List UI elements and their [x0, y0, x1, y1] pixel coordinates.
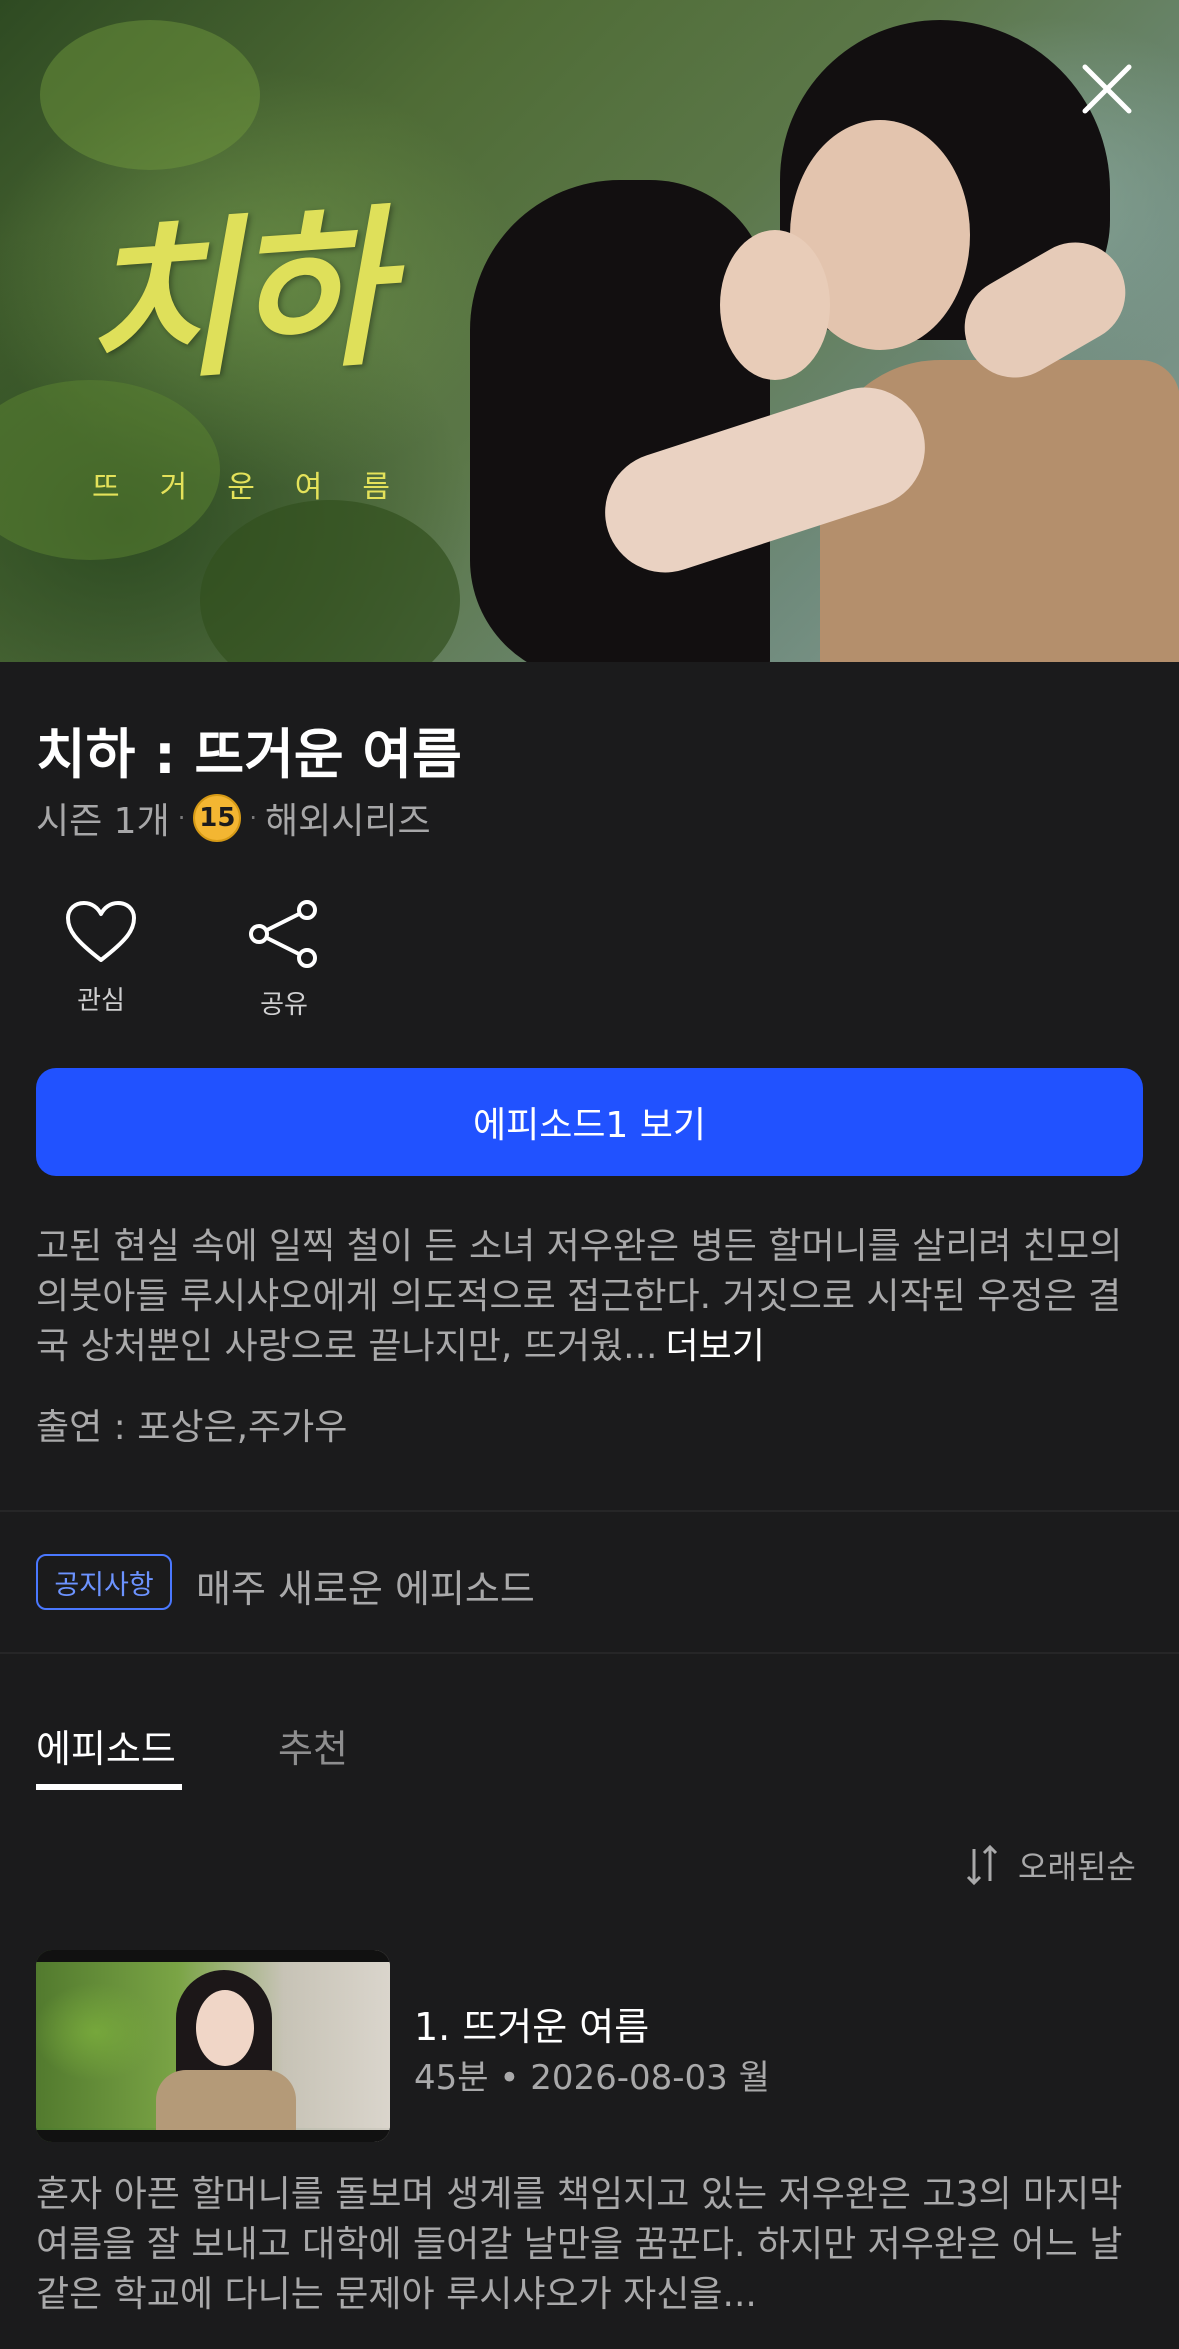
close-button[interactable] — [1074, 56, 1140, 122]
like-button[interactable]: 관심 — [46, 900, 156, 1017]
heart-icon — [66, 901, 136, 962]
hero-title-art: 치하 — [74, 188, 389, 409]
sort-icon — [966, 1844, 998, 1886]
notice-badge: 공지사항 — [36, 1554, 172, 1610]
show-title: 치하 : 뜨거운 여름 — [36, 723, 462, 786]
sort-button[interactable]: 오래된순 — [964, 1842, 1136, 1888]
synopsis-text: 고된 현실 속에 일찍 철이 든 소녀 저우완은 병든 할머니를 살리려 친모의… — [36, 1226, 1123, 1367]
divider — [0, 1510, 1179, 1512]
active-tab-indicator — [36, 1784, 182, 1790]
cast-list: 출연 : 포상은,주가우 — [36, 1407, 348, 1448]
episode-meta: 45분 • 2026-08-03 월 — [414, 2058, 770, 2098]
separator-dot: · — [177, 804, 186, 832]
tab-episodes[interactable]: 에피소드 — [36, 1718, 176, 1773]
share-button[interactable]: 공유 — [229, 900, 339, 1021]
hero-subtitle-art: 뜨거운여름 — [92, 470, 430, 505]
divider — [0, 1652, 1179, 1654]
genre-label: 해외시리즈 — [265, 801, 431, 842]
episode-title[interactable]: 1. 뜨거운 여름 — [414, 1996, 649, 2051]
close-icon — [1082, 64, 1132, 114]
share-icon — [249, 900, 317, 968]
episode-thumbnail[interactable] — [36, 1950, 390, 2142]
age-rating-badge: 15 — [193, 794, 242, 842]
share-label: 공유 — [260, 990, 308, 1020]
hero-image: 치하 뜨거운여름 — [0, 0, 1179, 662]
synopsis: 고된 현실 속에 일찍 철이 든 소녀 저우완은 병든 할머니를 살리려 친모의… — [36, 1222, 1146, 1372]
more-button[interactable]: 더보기 — [665, 1326, 764, 1367]
notice-text[interactable]: 매주 새로운 에피소드 — [196, 1558, 535, 1613]
season-count: 시즌 1개 — [36, 801, 170, 842]
play-episode-button[interactable]: 에피소드1 보기 — [36, 1068, 1143, 1176]
show-meta: 시즌 1개 · 15 · 해외시리즈 — [36, 792, 431, 844]
episode-description: 혼자 아픈 할머니를 돌보며 생계를 책임지고 있는 저우완은 고3의 마지막 … — [36, 2174, 1123, 2315]
sort-label: 오래된순 — [1018, 1848, 1136, 1886]
tab-recommended[interactable]: 추천 — [278, 1718, 348, 1773]
separator-dot: · — [249, 804, 257, 832]
like-label: 관심 — [77, 986, 125, 1016]
